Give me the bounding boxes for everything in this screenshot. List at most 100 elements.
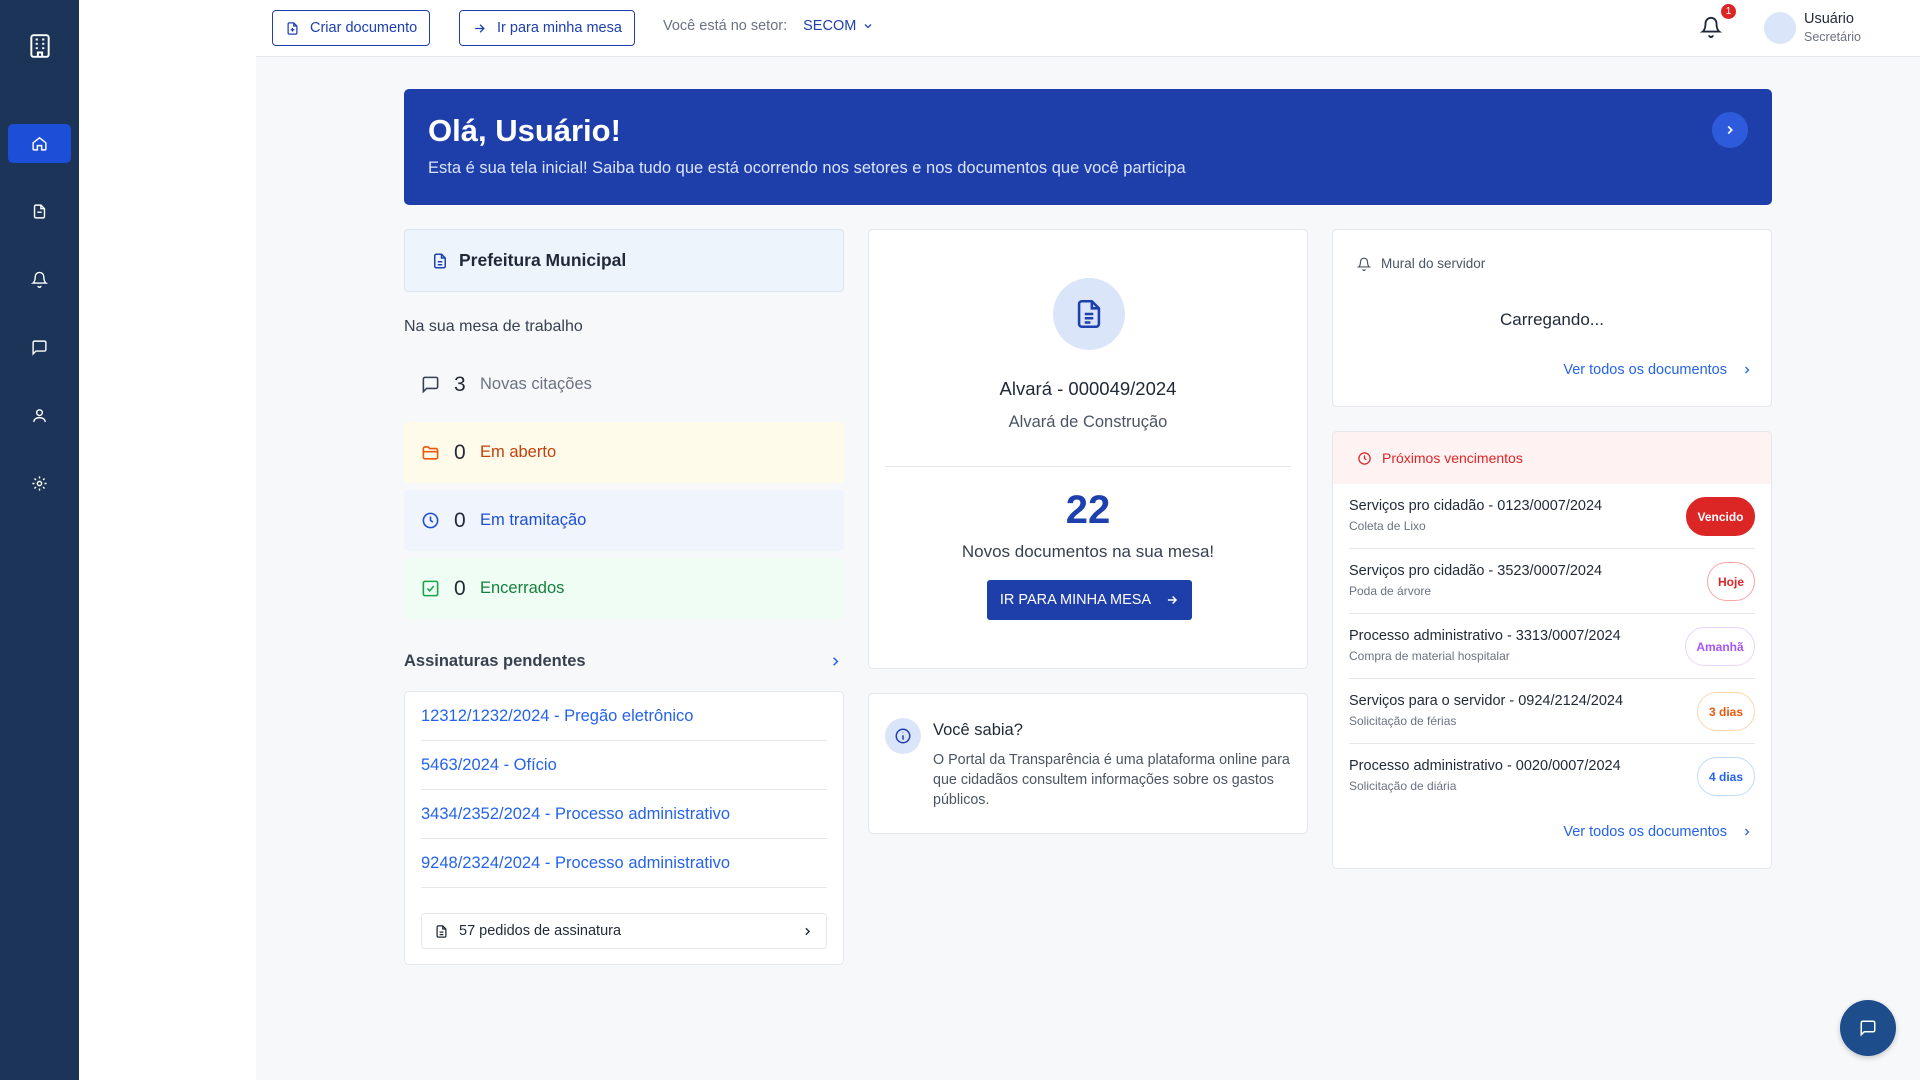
sidebar-item-documents[interactable]	[8, 192, 71, 231]
notifications-bell-icon[interactable]	[1700, 16, 1722, 38]
sector-prefix: Você está no setor:	[663, 18, 788, 34]
bulletin-title: Mural do servidor	[1381, 256, 1486, 271]
upcoming-deadlines-card: Próximos vencimentos Serviços pro cidadã…	[1332, 431, 1772, 869]
stat-open[interactable]: 0 Em aberto	[404, 422, 844, 483]
deadline-status-badge: Amanhã	[1685, 627, 1755, 666]
bell-icon	[31, 271, 48, 288]
stat-label: Em tramitação	[480, 511, 587, 529]
document-badge	[1053, 278, 1125, 350]
sidebar-item-settings[interactable]	[8, 464, 71, 503]
view-all-label: Ver todos os documentos	[1563, 824, 1727, 840]
pending-signatures-title: Assinaturas pendentes	[404, 652, 586, 670]
deadline-subtitle: Poda de árvore	[1349, 584, 1432, 598]
welcome-title: Olá, Usuário!	[428, 113, 621, 148]
signature-link[interactable]: 3434/2352/2024 - Processo administrativo	[421, 790, 827, 839]
stat-closed[interactable]: 0 Encerrados	[404, 558, 844, 619]
folder-icon	[422, 446, 439, 460]
chevron-right-icon[interactable]	[828, 654, 843, 669]
featured-document-card: Alvará - 000049/2024 Alvará de Construçã…	[868, 229, 1308, 669]
deadline-subtitle: Solicitação de férias	[1349, 714, 1457, 728]
signature-link[interactable]: 9248/2324/2024 - Processo administrativo	[421, 839, 827, 888]
welcome-subtitle: Esta é sua tela inicial! Saiba tudo que …	[428, 159, 1186, 177]
go-to-desk-primary-label: IR PARA MINHA MESA	[999, 592, 1152, 608]
did-you-know-card: Você sabia? O Portal da Transparência é …	[868, 693, 1308, 834]
organization-card[interactable]: Prefeitura Municipal	[404, 229, 844, 292]
banner-next-button[interactable]	[1712, 112, 1748, 148]
create-document-button[interactable]: Criar documento	[272, 10, 431, 46]
deadlines-header: Próximos vencimentos	[1333, 432, 1771, 484]
deadline-row[interactable]: Processo administrativo - 0020/0007/2024…	[1349, 744, 1755, 809]
clock-icon	[422, 512, 439, 529]
deadline-status-badge: 4 dias	[1697, 757, 1755, 796]
stat-new-mentions[interactable]: 3 Novas citações	[404, 354, 844, 415]
divider	[885, 466, 1291, 467]
deadline-row[interactable]: Serviços pro cidadão - 3523/0007/2024 Po…	[1349, 549, 1755, 614]
tip-title: Você sabia?	[933, 721, 1023, 739]
document-icon	[436, 924, 447, 938]
chat-support-button[interactable]	[1840, 1000, 1896, 1056]
home-icon	[32, 136, 47, 151]
sector-dropdown[interactable]: SECOM	[803, 18, 874, 34]
create-document-label: Criar documento	[310, 20, 418, 36]
user-icon	[33, 409, 46, 422]
gear-icon	[32, 476, 47, 491]
sidebar-item-profile[interactable]	[8, 396, 71, 435]
loading-text: Carregando...	[1500, 310, 1604, 329]
go-to-desk-button[interactable]: Ir para minha mesa	[459, 10, 635, 46]
notification-badge: 1	[1721, 4, 1736, 19]
clock-icon	[1358, 451, 1371, 465]
view-all-documents-link[interactable]: Ver todos os documentos	[1563, 362, 1753, 378]
deadlines-title: Próximos vencimentos	[1382, 450, 1523, 466]
deadline-title: Processo administrativo - 3313/0007/2024	[1349, 628, 1621, 644]
deadline-row[interactable]: Processo administrativo - 3313/0007/2024…	[1349, 614, 1755, 679]
deadline-title: Serviços para o servidor - 0924/2124/202…	[1349, 693, 1624, 709]
stat-label: Em aberto	[480, 443, 557, 461]
signature-link[interactable]: 12312/1232/2024 - Pregão eletrônico	[421, 692, 827, 741]
bulletin-board-card: Mural do servidor Carregando... Ver todo…	[1332, 229, 1772, 407]
building-logo-icon[interactable]	[27, 33, 53, 59]
stat-count: 0	[454, 576, 466, 600]
signature-link[interactable]: 5463/2024 - Ofício	[421, 741, 827, 790]
view-all-deadlines-link[interactable]: Ver todos os documentos	[1563, 824, 1753, 840]
stat-count: 0	[454, 508, 466, 532]
deadline-row[interactable]: Serviços para o servidor - 0924/2124/202…	[1349, 679, 1755, 744]
chevron-right-icon	[1727, 125, 1733, 135]
go-to-desk-label: Ir para minha mesa	[497, 20, 622, 36]
sidebar-item-messages[interactable]	[8, 328, 71, 367]
stat-in-progress[interactable]: 0 Em tramitação	[404, 490, 844, 551]
stat-count: 3	[454, 372, 466, 396]
avatar[interactable]	[1764, 12, 1796, 44]
documents-icon	[33, 204, 46, 219]
signature-requests-label: 57 pedidos de assinatura	[459, 923, 622, 939]
sidebar	[0, 0, 79, 1080]
chevron-right-icon	[805, 927, 811, 936]
bell-icon	[1357, 257, 1371, 271]
signature-requests-button[interactable]: 57 pedidos de assinatura	[421, 913, 827, 949]
go-to-desk-primary-button[interactable]: IR PARA MINHA MESA	[987, 580, 1192, 620]
info-badge	[885, 718, 921, 754]
bulletin-header: Mural do servidor	[1357, 256, 1485, 271]
document-icon	[1077, 299, 1101, 329]
deadline-subtitle: Solicitação de diária	[1349, 779, 1457, 793]
deadline-subtitle: Compra de material hospitalar	[1349, 649, 1510, 663]
arrow-right-icon	[475, 23, 485, 33]
sidebar-item-notifications[interactable]	[8, 260, 71, 299]
deadline-row[interactable]: Serviços pro cidadão - 0123/0007/2024 Co…	[1349, 484, 1755, 549]
chat-icon	[32, 340, 47, 356]
check-square-icon	[422, 580, 439, 597]
new-documents-count: 22	[1065, 488, 1111, 532]
chevron-right-icon	[1745, 828, 1750, 836]
user-role: Secretário	[1804, 30, 1861, 44]
deadline-status-badge: Vencido	[1686, 497, 1755, 536]
view-all-label: Ver todos os documentos	[1563, 362, 1727, 378]
new-documents-label: Novos documentos na sua mesa!	[961, 542, 1215, 561]
user-name[interactable]: Usuário	[1804, 11, 1854, 27]
organization-name: Prefeitura Municipal	[459, 250, 627, 270]
chat-icon	[422, 376, 439, 394]
welcome-banner: Olá, Usuário! Esta é sua tela inicial! S…	[404, 89, 1772, 205]
document-number: Alvará - 000049/2024	[999, 378, 1177, 399]
tip-text: O Portal da Transparência é uma platafor…	[933, 752, 1290, 808]
sidebar-item-home[interactable]	[8, 124, 71, 163]
stat-count: 0	[454, 440, 466, 464]
chat-icon	[1860, 1020, 1876, 1037]
